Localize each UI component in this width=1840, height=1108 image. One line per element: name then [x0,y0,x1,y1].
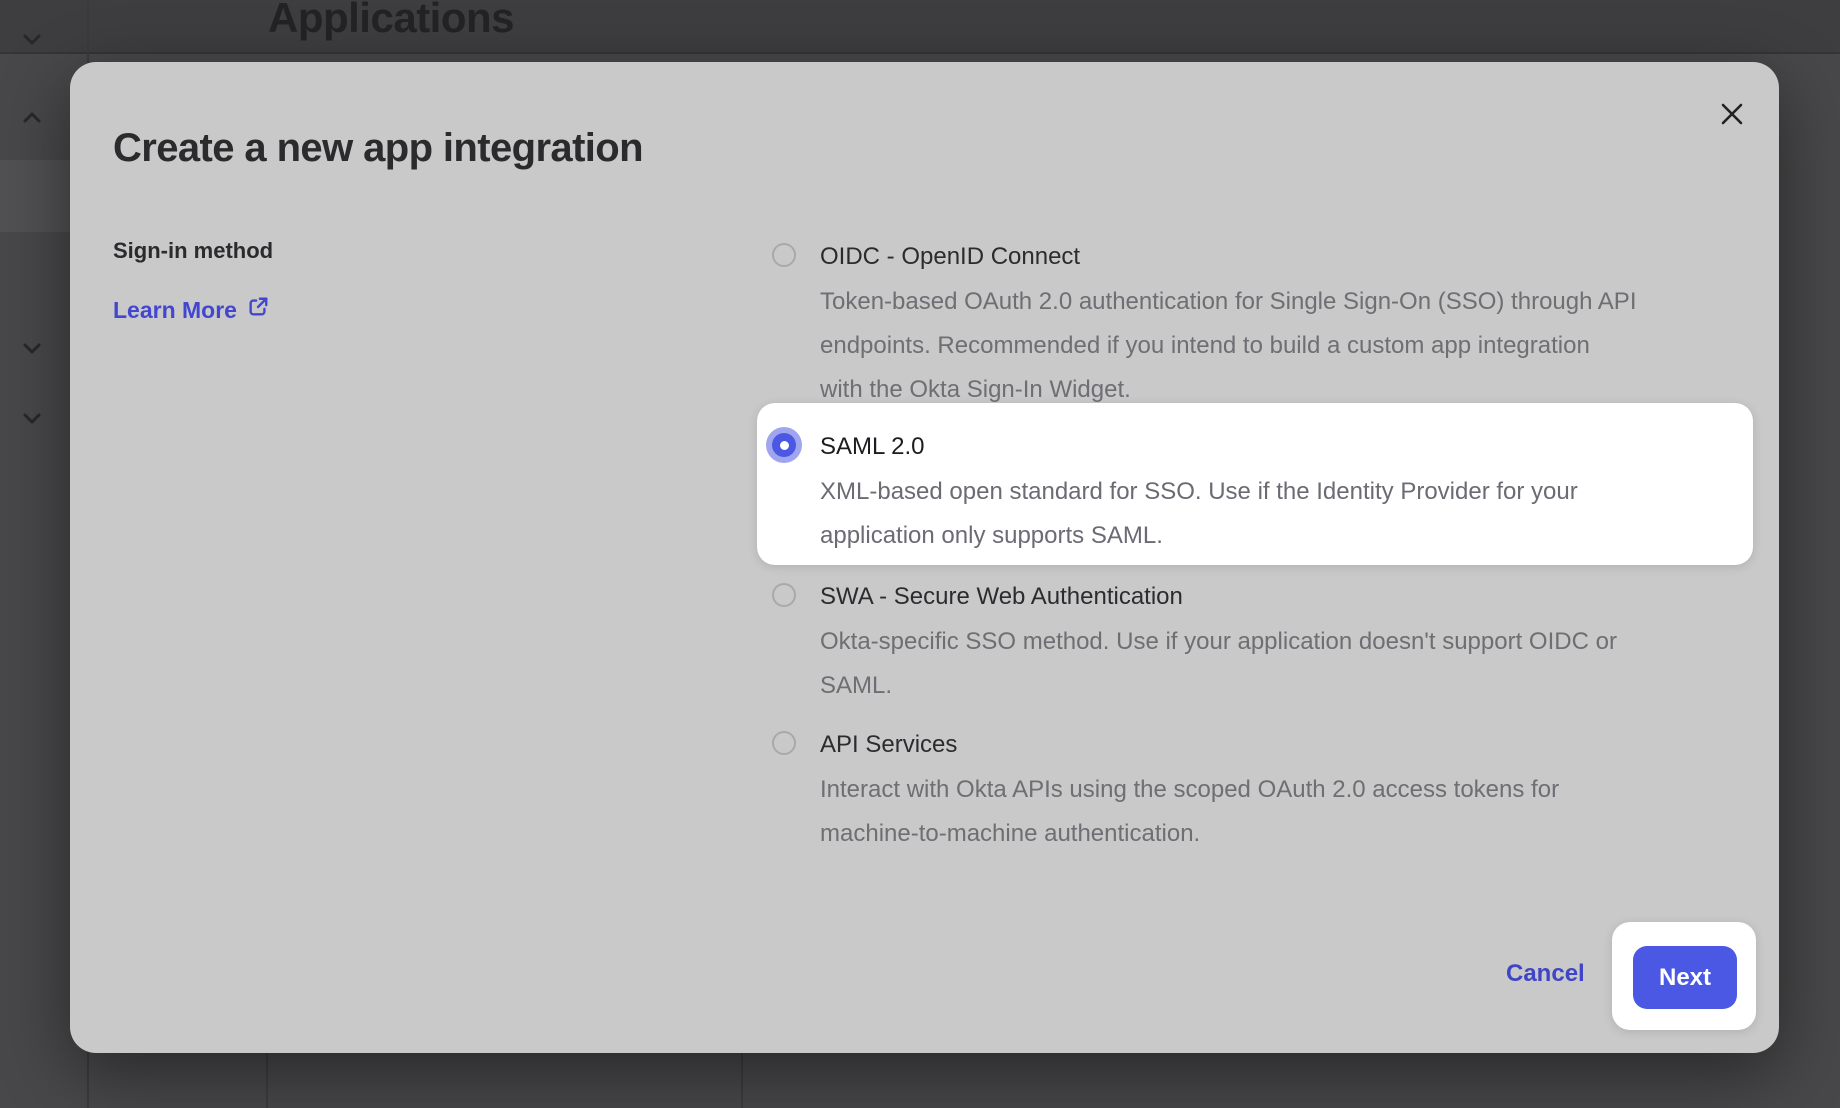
external-link-icon [247,296,269,324]
sign-in-method-label: Sign-in method [113,238,273,264]
oidc-radio-label[interactable]: OIDC - OpenID Connect [820,240,1782,274]
dialog-title: Create a new app integration [113,126,643,171]
oidc-radio[interactable] [772,243,796,267]
close-icon [1719,115,1745,130]
next-button[interactable]: Next [1633,946,1737,1009]
table-grid-line [266,1053,268,1108]
page-header: Applications [0,0,1840,54]
api-services-radio[interactable] [772,731,796,755]
saml-radio-label[interactable]: SAML 2.0 [820,430,1782,464]
cancel-button[interactable]: Cancel [1506,960,1585,988]
radio-option-oidc: OIDC - OpenID Connect Token-based OAuth … [772,240,1782,412]
radio-option-saml: SAML 2.0 XML-based open standard for SSO… [772,430,1782,558]
create-app-integration-dialog: Create a new app integration Sign-in met… [70,62,1779,1053]
radio-option-swa: SWA - Secure Web Authentication Okta-spe… [772,580,1782,708]
api-services-description: Interact with Okta APIs using the scoped… [820,768,1782,856]
saml-description: XML-based open standard for SSO. Use if … [820,470,1782,558]
swa-description: Okta-specific SSO method. Use if your ap… [820,620,1782,708]
learn-more-link[interactable]: Learn More [113,296,269,324]
table-grid-line [741,1053,743,1108]
chevron-up-icon[interactable] [20,106,44,130]
learn-more-label: Learn More [113,297,237,324]
radio-option-api-services: API Services Interact with Okta APIs usi… [772,728,1782,856]
chevron-down-icon[interactable] [20,336,44,360]
chevron-down-icon[interactable] [20,406,44,430]
page-title: Applications [268,0,514,42]
api-services-radio-label[interactable]: API Services [820,728,1782,762]
oidc-description: Token-based OAuth 2.0 authentication for… [820,280,1782,412]
close-button[interactable] [1710,93,1754,137]
chevron-down-icon[interactable] [20,27,44,51]
screen: Applications Create a new app integratio… [0,0,1840,1108]
swa-radio[interactable] [772,583,796,607]
swa-radio-label[interactable]: SWA - Secure Web Authentication [820,580,1782,614]
saml-radio[interactable] [772,433,796,457]
